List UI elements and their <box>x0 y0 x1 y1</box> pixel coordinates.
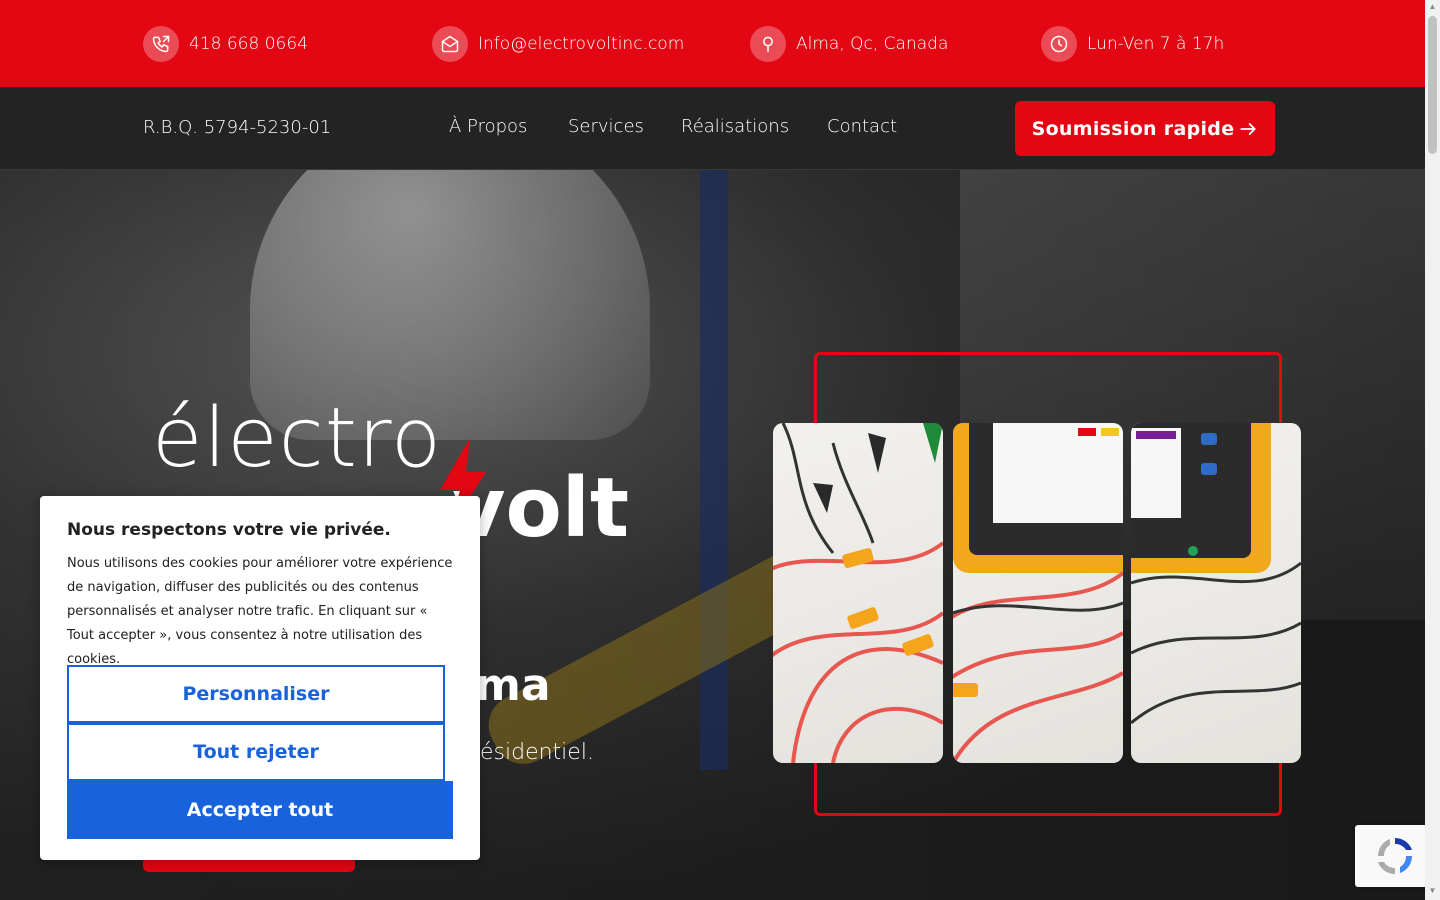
image-tile-probes <box>773 423 943 763</box>
page-scrollbar[interactable]: ▲ ▼ <box>1425 0 1440 900</box>
rbq-license: R.B.Q. 5794-5230-01 <box>143 117 332 138</box>
reject-all-button[interactable]: Tout rejeter <box>67 723 445 781</box>
nav-link-services[interactable]: Services <box>568 116 644 137</box>
email-address: Info@electrovoltinc.com <box>478 34 685 54</box>
location-pin-icon <box>750 26 786 62</box>
customize-button[interactable]: Personnaliser <box>67 665 445 723</box>
nav-link-realisations[interactable]: Réalisations <box>681 116 789 137</box>
image-tile-analyzer <box>953 423 1123 763</box>
cookie-consent-modal: Nous respectons votre vie privée. Nous u… <box>40 496 480 860</box>
phone-icon <box>143 26 179 62</box>
email-info[interactable]: Info@electrovoltinc.com <box>432 26 684 62</box>
clock-icon <box>1041 26 1077 62</box>
location-info: Alma, Qc, Canada <box>750 26 948 62</box>
hero-title: ma <box>475 660 551 711</box>
quick-quote-label: Soumission rapide <box>1031 117 1235 140</box>
recaptcha-badge[interactable] <box>1355 825 1435 887</box>
location-text: Alma, Qc, Canada <box>796 34 949 54</box>
arrow-right-icon <box>1240 122 1256 135</box>
cookie-description: Nous utilisons des cookies pour améliore… <box>67 556 453 667</box>
logo-line-1: électro <box>152 391 442 486</box>
phone-number: 418 668 0664 <box>189 34 308 54</box>
quick-quote-button[interactable]: Soumission rapide <box>1015 101 1275 156</box>
nav-link-a-propos[interactable]: À Propos <box>449 116 527 137</box>
main-navbar: R.B.Q. 5794-5230-01 À Propos Services Ré… <box>0 87 1425 170</box>
image-tile-screen <box>1131 423 1301 763</box>
hero-subtitle: ésidentiel. <box>480 740 594 765</box>
hours-info: Lun-Ven 7 à 17h <box>1041 26 1224 62</box>
top-info-bar: 418 668 0664 Info@electrovoltinc.com Alm… <box>0 0 1425 87</box>
scroll-down-arrow-icon[interactable]: ▼ <box>1425 886 1440 898</box>
electrovolt-logo: électro volt <box>152 391 629 550</box>
cookie-title: Nous respectons votre vie privée. <box>67 520 391 540</box>
mail-icon <box>432 26 468 62</box>
nav-link-contact[interactable]: Contact <box>827 116 897 137</box>
scroll-thumb[interactable] <box>1428 16 1437 154</box>
hours-text: Lun-Ven 7 à 17h <box>1087 34 1225 54</box>
scroll-up-arrow-icon[interactable]: ▲ <box>1425 2 1440 14</box>
recaptcha-icon <box>1378 838 1412 874</box>
phone-info[interactable]: 418 668 0664 <box>143 26 308 62</box>
accept-all-button[interactable]: Accepter tout <box>67 781 453 839</box>
